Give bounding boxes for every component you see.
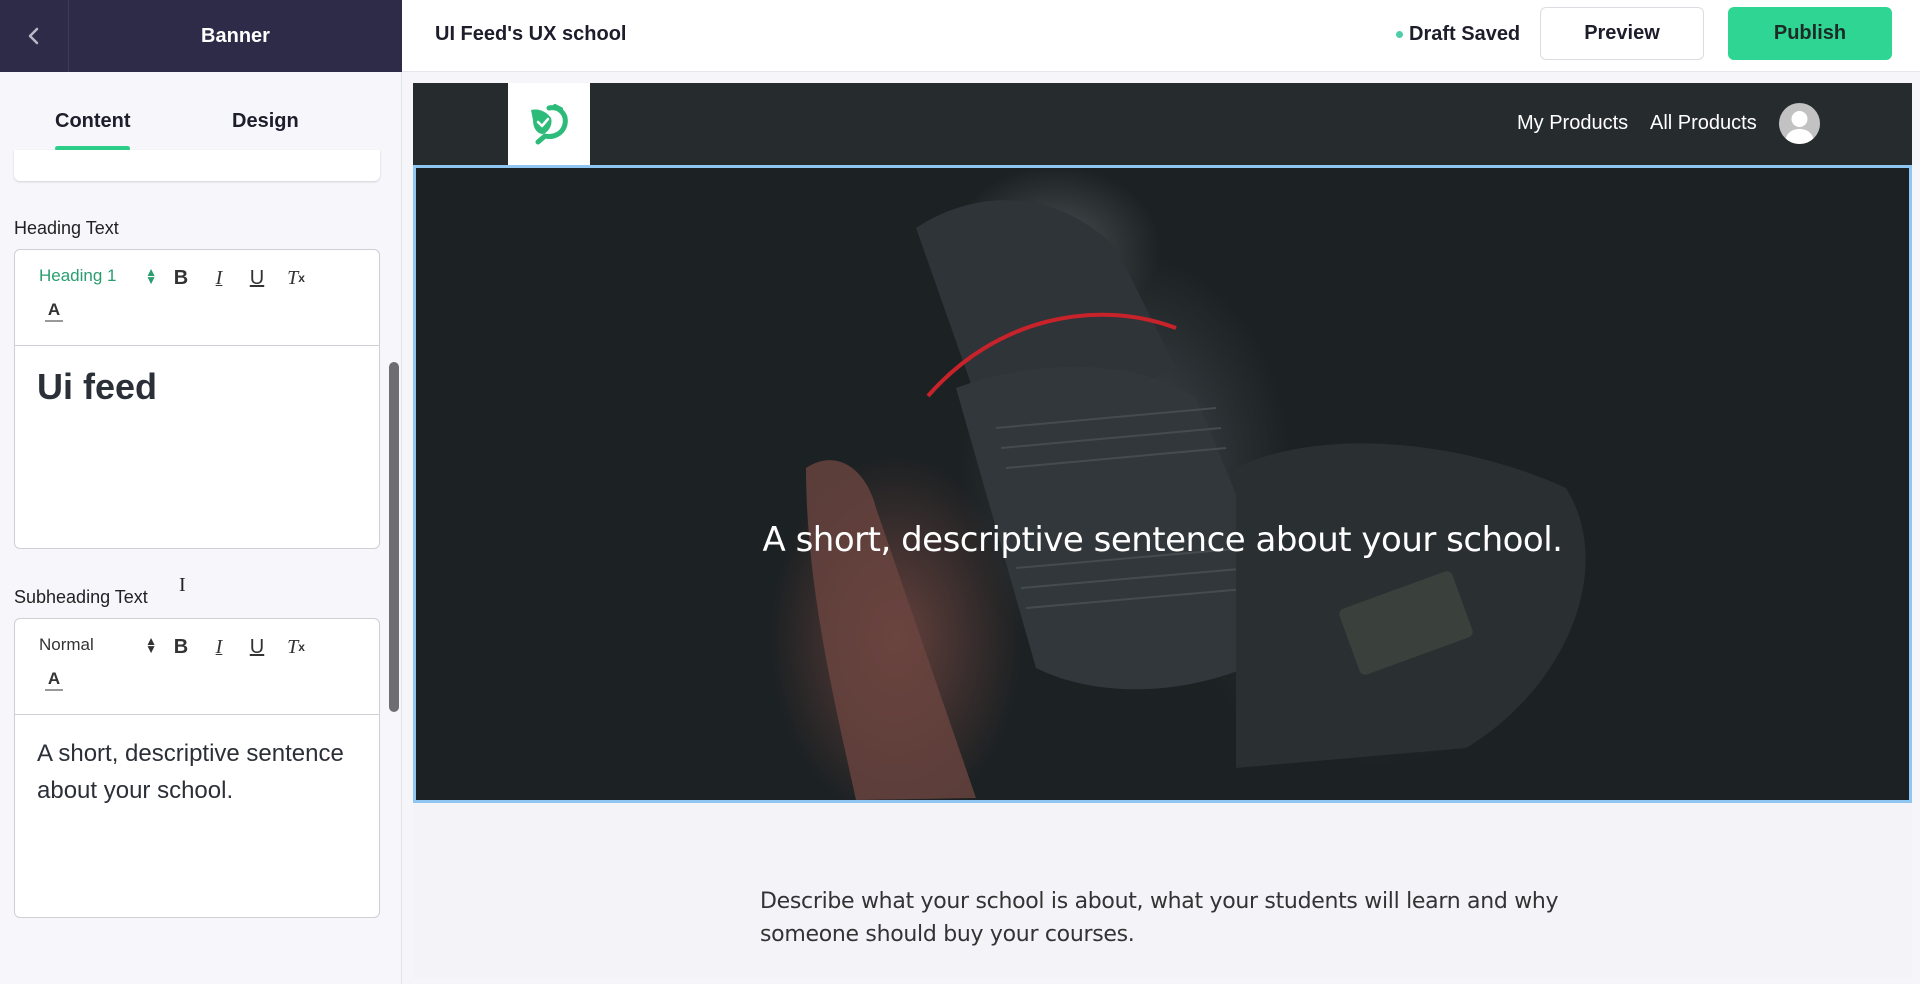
draft-status: Draft Saved <box>1396 23 1520 46</box>
select-arrows-icon: ▲ ▼ <box>145 634 157 656</box>
clear-format-button[interactable]: Tx <box>282 633 310 661</box>
tab-design[interactable]: Design <box>232 110 299 133</box>
page-preview: My Products All Products A short, descri… <box>413 83 1912 978</box>
panel-scrollbar[interactable] <box>389 362 399 712</box>
status-dot-icon <box>1396 31 1403 38</box>
underline-button[interactable]: U <box>243 633 271 661</box>
user-avatar[interactable] <box>1779 103 1820 144</box>
user-icon <box>1785 111 1814 144</box>
text-color-button[interactable]: A <box>45 669 63 691</box>
heading-text-editor: Heading 1 ▲ ▼ B I U Tx A Ui feed <box>14 249 380 549</box>
subheading-text-input[interactable]: A short, descriptive sentence about your… <box>15 715 379 917</box>
tab-content[interactable]: Content <box>55 110 131 133</box>
underline-button[interactable]: U <box>243 264 271 292</box>
clear-format-x: x <box>298 640 305 654</box>
subheading-text-label: Subheading Text <box>14 587 148 607</box>
clear-format-icon: T <box>287 266 299 289</box>
format-select-value: Normal <box>39 635 94 654</box>
heading-format-select[interactable]: Heading 1 ▲ ▼ <box>39 266 157 286</box>
panel-title: Banner <box>201 24 270 47</box>
subheading-text-editor: Normal ▲ ▼ B I U Tx A A short, descriptiv… <box>14 618 380 918</box>
editor-topbar: UI Feed's UX school Draft Saved Preview … <box>402 0 1920 72</box>
clear-format-icon: T <box>287 635 299 658</box>
panel-header: Banner <box>0 0 402 72</box>
site-navbar: My Products All Products <box>413 83 1912 165</box>
school-description: Describe what your school is about, what… <box>760 889 1559 947</box>
camera-photo-image <box>806 200 1586 800</box>
site-logo[interactable] <box>508 83 590 165</box>
bold-button[interactable]: B <box>167 264 195 292</box>
back-button[interactable] <box>0 0 69 72</box>
nav-my-products[interactable]: My Products <box>1517 112 1628 135</box>
clear-format-x: x <box>298 271 305 285</box>
select-arrows-icon: ▲ ▼ <box>145 265 157 287</box>
preview-button[interactable]: Preview <box>1540 7 1704 60</box>
format-select-value: Heading 1 <box>39 266 117 285</box>
heading-toolbar: Heading 1 ▲ ▼ B I U Tx A <box>15 250 379 346</box>
text-cursor-icon: I <box>179 574 186 596</box>
nav-all-products[interactable]: All Products <box>1650 112 1757 135</box>
italic-button[interactable]: I <box>205 633 233 661</box>
heading-text-label: Heading Text <box>14 218 119 238</box>
text-color-button[interactable]: A <box>45 300 63 322</box>
panel-tabs: Content Design <box>0 72 402 152</box>
heading-text-input[interactable]: Ui feed <box>15 346 379 548</box>
settings-panel: Banner Content Design Heading Text Headi… <box>0 0 402 984</box>
banner-subheading: A short, descriptive sentence about your… <box>762 520 1563 560</box>
previous-field-card <box>14 150 380 181</box>
bird-logo-icon <box>531 104 568 145</box>
clear-format-button[interactable]: Tx <box>282 264 310 292</box>
subheading-toolbar: Normal ▲ ▼ B I U Tx A <box>15 619 379 715</box>
banner-section[interactable]: A short, descriptive sentence about your… <box>413 165 1912 803</box>
bold-button[interactable]: B <box>167 633 195 661</box>
draft-status-text: Draft Saved <box>1409 23 1521 45</box>
subheading-format-select[interactable]: Normal ▲ ▼ <box>39 635 157 655</box>
publish-button[interactable]: Publish <box>1728 7 1892 60</box>
italic-button[interactable]: I <box>205 264 233 292</box>
chevron-left-icon <box>28 27 39 45</box>
school-name: UI Feed's UX school <box>435 23 627 45</box>
